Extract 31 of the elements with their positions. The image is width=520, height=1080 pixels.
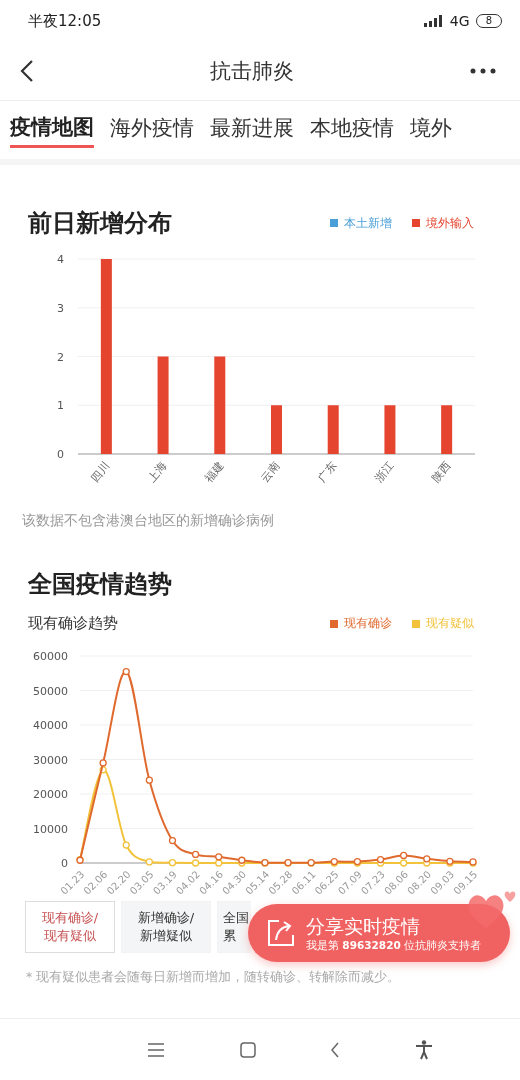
axis-tick-label: 60000 (33, 650, 68, 663)
status-time: 半夜12:05 (28, 11, 102, 31)
axis-tick-label: 20000 (33, 788, 68, 801)
axis-tick-label: 广东 (315, 459, 340, 485)
axis-tick-label: 10000 (33, 822, 68, 836)
axis-tick-label: 四川 (88, 459, 113, 485)
axis-tick-label: 云南 (258, 459, 283, 485)
axis-tick-label: 50000 (33, 684, 68, 698)
legend-label: 本土新增 (344, 215, 392, 231)
axis-tick-label: 1 (57, 399, 64, 413)
axis-tick-label: 4 (57, 253, 64, 266)
legend-label: 现有确诊 (344, 616, 392, 631)
network-label: 4G (449, 13, 470, 29)
axis-tick-label: 陕西 (428, 459, 453, 485)
chart-note: 该数据不包含港澳台地区的新增确诊病例 (21, 511, 275, 530)
axis-tick-label: 上海 (145, 459, 170, 485)
axis-tick-label: 0 (61, 857, 68, 870)
page-title: 抗击肺炎 (210, 58, 294, 85)
section-title: 前日新增分布 (28, 208, 172, 239)
axis-tick-label: 3 (57, 301, 64, 315)
axis-tick-label: 浙江 (372, 459, 397, 485)
axis-tick-label: 2 (57, 350, 64, 364)
axis-tick-label: 30000 (33, 753, 68, 767)
axis-tick-label: 0 (57, 448, 64, 461)
legend-label: 境外输入 (426, 215, 474, 231)
legend-label: 现有疑似 (426, 616, 474, 631)
section-title: 全国疫情趋势 (27, 569, 173, 600)
chart-title: 现有确诊趋势 (28, 614, 118, 633)
footnote: * 现有疑似患者会随每日新增而增加，随转确诊、转解除而减少。 (25, 968, 402, 986)
axis-tick-label: 福建 (202, 459, 227, 485)
axis-tick-label: 40000 (33, 719, 68, 732)
